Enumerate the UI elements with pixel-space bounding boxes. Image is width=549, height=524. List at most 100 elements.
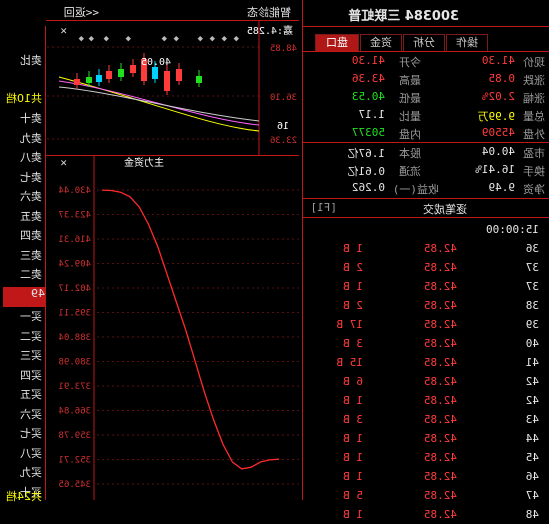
order-level-label: 买六 (20, 407, 42, 421)
quote-value: 41.30 (481, 54, 515, 67)
table-row: 46 42.85 1 B (303, 467, 549, 486)
trade-volume: 5 B (343, 489, 363, 502)
trade-time: 39 (525, 318, 539, 331)
quote-panel-2: 市盈 40.04 股本 1.67亿 换手 16.41% 流通 0.61亿 净资 … (303, 143, 549, 197)
order-level-label: 买五 (20, 388, 42, 401)
kline-annotation: 40.05 (141, 57, 171, 68)
marker-icon: ◆ (125, 34, 131, 44)
quote-row: 总量 9.99万 量比 1.17 (303, 106, 549, 124)
y-tick-label: 366.84 (58, 407, 91, 417)
order-level-label: 卖七 (20, 170, 42, 184)
quote-row: 现价 41.30 今开 41.30 (303, 52, 549, 70)
quote-value: 2.02% (481, 90, 515, 103)
trade-price: 42.85 (423, 489, 457, 502)
trade-price: 42.85 (423, 242, 457, 255)
trade-volume: 1 B (343, 470, 363, 483)
order-level-label: 卖五 (20, 209, 42, 223)
trade-price: 42.85 (423, 451, 457, 464)
trade-price: 42.85 (423, 299, 457, 312)
marker-icon: ◆ (221, 34, 227, 44)
table-row: 38 42.85 2 B (303, 296, 549, 315)
candle-body (96, 75, 102, 82)
close-icon: ✕ (60, 24, 67, 37)
table-row: 40 42.85 3 B (303, 334, 549, 353)
trade-volume: 1 B (343, 394, 363, 407)
kline-annotation: 16 (277, 121, 289, 132)
quote-row: 涨跌 0.85 最高 43.36 (303, 70, 549, 88)
tab-zijin[interactable]: 资金 (360, 34, 402, 52)
tab-caozuo[interactable]: 操作 (446, 34, 488, 52)
quote-value: 50377 (351, 126, 385, 139)
trade-price: 42.85 (423, 432, 457, 445)
y-tick-label: 359.78 (58, 431, 91, 441)
trades-title: 逐笔成交 (423, 203, 467, 216)
candle-body (86, 77, 92, 83)
order-level-label: 买九 (20, 466, 42, 479)
ma-line (58, 80, 260, 126)
order-level-label: 卖八 (20, 151, 42, 164)
trade-time: 47 (525, 489, 539, 502)
candle-body (152, 67, 158, 79)
y-tick-label: 395.11 (58, 309, 91, 319)
marker-icon: ◆ (233, 34, 239, 44)
table-row: 44 42.85 1 B (303, 429, 549, 448)
order-level-label: 买四 (20, 368, 42, 382)
table-row: 48 42.85 1 B (303, 505, 549, 524)
y-tick-label: 416.31 (58, 235, 91, 245)
kline-axis-label: 36.10 (270, 93, 297, 103)
trade-time: 45 (525, 451, 539, 464)
quote-label: 换手 (523, 165, 545, 178)
kline-chart[interactable]: 48.85 36.10 23.36 40.05 16 嘉:4.285 ◆ ◆ ◆ ◆ ◆ ◆ ◆ ◆ ◆ ◆ ✕ (46, 21, 299, 155)
quote-value: 9.99万 (477, 110, 516, 123)
trade-time: 44 (525, 432, 539, 445)
y-tick-label: 352.71 (58, 456, 91, 466)
quote-label: 市盈 (523, 147, 545, 160)
quote-label: 总量 (523, 110, 545, 123)
quote-value: 1.17 (358, 108, 386, 121)
trade-volume: 2 B (343, 261, 363, 274)
trade-time: 15:00:00 (486, 223, 539, 236)
trade-time: 37 (525, 261, 539, 274)
tab-pankou[interactable]: 盘口 (315, 34, 359, 52)
quote-value: 9.49 (488, 181, 516, 194)
panel-divider (302, 0, 303, 500)
quote-label: 现价 (523, 56, 545, 69)
trade-volume: 15 B (336, 356, 364, 369)
trade-price: 42.85 (423, 318, 457, 331)
y-tick-label: 430.44 (58, 186, 91, 196)
order-label: 共10档 (6, 92, 42, 105)
order-label: 共24档 (6, 490, 42, 503)
trade-volume: 1 B (343, 432, 363, 445)
trade-price: 42.85 (423, 508, 457, 521)
trade-time: 48 (525, 508, 539, 521)
quote-panel: 现价 41.30 今开 41.30 涨跌 0.85 最高 43.36 涨幅 2.… (303, 52, 549, 142)
trades-header: 逐笔成交 [F1] (303, 199, 549, 217)
y-tick-label: 380.98 (58, 358, 91, 368)
quote-label: 净资 (523, 183, 545, 196)
kline-axis-label: 48.85 (270, 44, 297, 54)
trade-price: 42.85 (423, 375, 457, 388)
table-row: 41 42.85 15 B (303, 353, 549, 372)
y-tick-label: 345.65 (58, 480, 91, 490)
order-book: 卖比共10档卖十卖九卖八卖七卖六卖五卖四卖三卖二卖一买一买二买三买四买五买六买七… (0, 30, 45, 503)
capital-line-chart[interactable]: 主力资金 ✕ 430.44 423.37 416.31 409.24 402.17 395.1… (46, 156, 299, 500)
trade-time: 37 (525, 280, 539, 293)
trade-time: 43 (525, 413, 539, 426)
trade-price: 42.85 (423, 470, 457, 483)
kline-header: <<返回 智能診态 (49, 0, 299, 22)
trade-price: 42.85 (423, 261, 457, 274)
trade-volume: 1 B (343, 280, 363, 293)
quote-value: 0.61亿 (347, 165, 386, 178)
candle-body (196, 76, 202, 83)
quote-label: 流通 (399, 165, 421, 178)
marker-icon: ◆ (78, 34, 84, 44)
trades-list[interactable]: 15:00:00 36 42.85 1 B 37 42.85 2 B 37 42.85 1 B 38… (303, 220, 549, 521)
trade-volume: 6 B (343, 375, 363, 388)
back-button[interactable]: <<返回 (64, 4, 99, 20)
tab-fenxi[interactable]: 分析 (403, 34, 445, 52)
smart-state-tab[interactable]: 智能診态 (247, 4, 291, 20)
order-level-label: 买三 (20, 349, 42, 362)
quote-row: 涨幅 2.02% 最低 40.53 (303, 88, 549, 106)
table-row: 43 42.85 3 B (303, 410, 549, 429)
trade-volume: 2 B (343, 299, 363, 312)
